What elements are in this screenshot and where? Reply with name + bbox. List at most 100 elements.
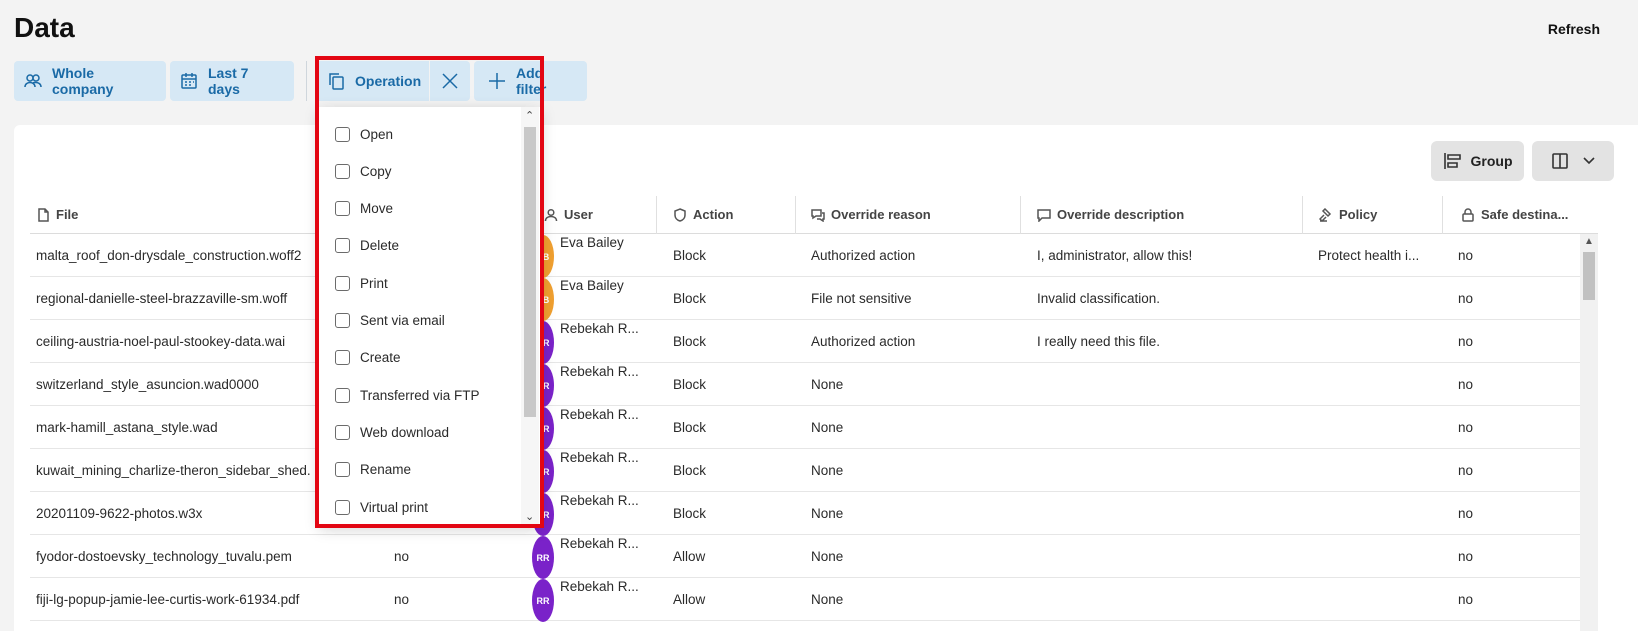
option-label: Virtual print [360, 499, 429, 515]
user-cell: EB Eva Bailey [532, 234, 657, 279]
override-description-cell: I, administrator, allow this! [1037, 248, 1193, 263]
file-name: mark-hamill_astana_style.wad [36, 420, 218, 435]
checkbox[interactable] [335, 350, 350, 366]
checkbox[interactable] [335, 126, 350, 142]
operation-option[interactable]: Transferred via FTP [335, 376, 480, 414]
operation-option[interactable]: Web download [335, 413, 449, 451]
add-filter-button[interactable]: Add filter [474, 61, 587, 101]
gavel-icon [1319, 207, 1332, 222]
file-name: ceiling-austria-noel-paul-stookey-data.w… [36, 334, 286, 349]
action-cell: Block [673, 377, 707, 392]
action-cell: Allow [673, 549, 706, 564]
option-label: Delete [360, 238, 400, 254]
chat-icon [811, 208, 825, 222]
column-header-label: Override description [1057, 207, 1185, 222]
file-name: regional-danielle-steel-brazzaville-sm.w… [36, 291, 288, 306]
override-reason-cell: None [811, 549, 844, 564]
clear-operation-button[interactable] [430, 61, 470, 101]
override-description-cell [1037, 492, 1307, 535]
column-header-user[interactable]: User [530, 196, 657, 234]
column-header-action[interactable]: Action [657, 196, 795, 234]
operation-option[interactable]: Print [335, 264, 388, 302]
operation-option[interactable]: Virtual print [335, 488, 428, 526]
table-row[interactable]: fiji-lg-popup-jamie-lee-curtis-work-6193… [30, 578, 1582, 622]
safe-destination-cell: no [1458, 506, 1474, 521]
file-name: switzerland_style_asuncion.wad0000 [36, 377, 259, 392]
policy-cell [1318, 492, 1448, 535]
table-row[interactable]: malta_roof_don-drysdale_construction.wof… [30, 234, 1582, 279]
operation-filter-chip[interactable]: Operation [315, 61, 429, 101]
checkbox[interactable] [335, 424, 350, 440]
column-header-override-description[interactable]: Override description [1021, 196, 1302, 234]
checkbox[interactable] [335, 499, 350, 515]
operation-option[interactable]: Move [335, 190, 393, 228]
date-filter-chip[interactable]: Last 7 days [170, 61, 294, 101]
override-reason-cell: None [811, 506, 844, 521]
policy-cell: Protect health i... [1318, 248, 1420, 263]
option-label: Print [360, 275, 388, 291]
operation-option[interactable]: Create [335, 339, 401, 377]
table-scrollbar[interactable]: ▲ [1580, 234, 1598, 631]
override-description-cell [1037, 535, 1307, 578]
refresh-button[interactable]: Refresh [1548, 21, 1600, 37]
user-cell: RR Rebekah R... [532, 492, 657, 537]
table-row[interactable]: regional-danielle-steel-brazzaville-sm.w… [30, 277, 1582, 322]
scroll-up-icon[interactable]: ▲ [1584, 236, 1594, 247]
file-name: malta_roof_don-drysdale_construction.wof… [36, 248, 302, 263]
override-reason-cell: None [811, 463, 844, 478]
company-filter-chip[interactable]: Whole company [14, 61, 166, 101]
checkbox[interactable] [335, 201, 350, 217]
operation-option[interactable]: Copy [335, 152, 392, 190]
column-header-policy[interactable]: Policy [1303, 196, 1442, 234]
user-cell: EB Eva Bailey [532, 277, 657, 322]
override-reason-cell: Authorized action [811, 248, 916, 263]
table-row[interactable]: mark-hamill_astana_style.wad RR Rebekah … [30, 406, 1582, 450]
policy-cell [1318, 449, 1448, 492]
override-description-cell [1037, 578, 1307, 621]
group-button[interactable]: Group [1431, 141, 1524, 181]
operation-option[interactable]: Sent via email [335, 302, 445, 340]
user-name: Rebekah R... [560, 321, 639, 336]
policy-cell [1318, 320, 1448, 363]
table-row[interactable]: kuwait_mining_charlize-theron_sidebar_sh… [30, 449, 1582, 493]
operation-option[interactable]: Open [335, 115, 393, 153]
override-description-cell: Invalid classification. [1037, 291, 1161, 306]
table-row[interactable]: 20201109-9622-photos.w3x no RR Rebekah R… [30, 492, 1582, 537]
checkbox[interactable] [335, 163, 350, 179]
scroll-down-icon[interactable]: ⌄ [525, 510, 534, 523]
scrollbar-thumb[interactable] [524, 127, 536, 417]
override-reason-cell: None [811, 377, 844, 392]
scroll-up-icon[interactable]: ⌃ [525, 109, 534, 122]
user-icon [544, 208, 558, 221]
checkbox[interactable] [335, 313, 350, 328]
table-row[interactable]: ceiling-austria-noel-paul-stookey-data.w… [30, 320, 1582, 364]
override-description-cell [1037, 406, 1307, 449]
checkbox[interactable] [335, 387, 350, 403]
avatar: RR [532, 536, 554, 579]
operation-option[interactable]: Delete [335, 227, 399, 265]
checkbox[interactable] [335, 238, 350, 254]
action-cell: Block [673, 463, 707, 478]
action-cell: Block [673, 291, 707, 306]
user-name: Rebekah R... [560, 364, 639, 379]
columns-button[interactable] [1532, 141, 1614, 181]
override-description-cell [1037, 363, 1307, 406]
safe-destination-cell: no [1458, 592, 1474, 607]
row-flag: no [394, 549, 410, 564]
safe-destination-cell: no [1458, 334, 1474, 349]
option-label: Open [360, 126, 394, 142]
dropdown-scrollbar[interactable]: ⌃ ⌄ [521, 107, 539, 525]
table-row[interactable]: switzerland_style_asuncion.wad0000 RR Re… [30, 363, 1582, 407]
checkbox[interactable] [335, 275, 350, 291]
column-header-override-reason[interactable]: Override reason [796, 196, 1020, 234]
option-label: Create [360, 350, 401, 366]
checkbox[interactable] [335, 462, 350, 478]
column-header-label: Policy [1339, 207, 1378, 222]
comment-icon [1037, 208, 1051, 222]
table-row[interactable]: fyodor-dostoevsky_technology_tuvalu.pem … [30, 535, 1582, 579]
scrollbar-thumb[interactable] [1583, 252, 1595, 300]
option-label: Copy [360, 163, 392, 179]
column-header-safe-destination[interactable]: Safe destina... [1443, 196, 1598, 234]
option-label: Rename [360, 462, 412, 478]
operation-option[interactable]: Rename [335, 451, 411, 489]
